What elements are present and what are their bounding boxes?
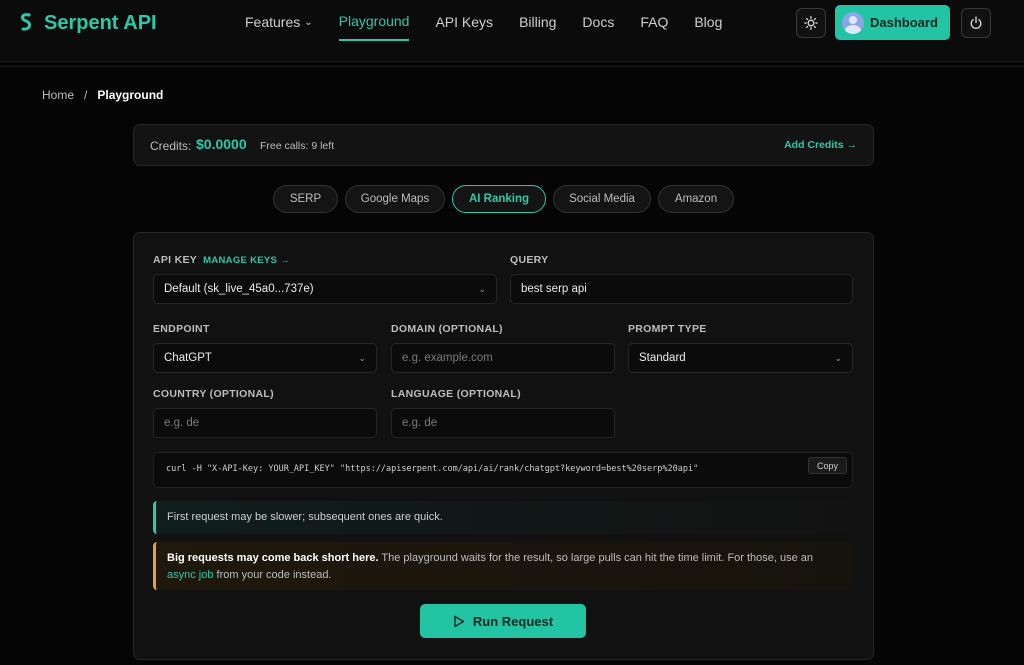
warning-notice: Big requests may come back short here. T… [153, 542, 853, 590]
theme-toggle-button[interactable] [796, 8, 826, 38]
info-notice: First request may be slower; subsequent … [153, 501, 853, 534]
credits-bar: Credits: $0.0000 Free calls: 9 left Add … [133, 124, 874, 166]
nav-blog[interactable]: Blog [694, 13, 722, 41]
warning-title: Big requests may come back short here. [167, 552, 379, 564]
nav-features-label: Features [245, 14, 301, 30]
prompt-type-select[interactable]: Standard ⌄ [628, 343, 853, 373]
warning-text: The playground waits for the result, so … [378, 552, 814, 564]
tab-google-maps[interactable]: Google Maps [345, 185, 445, 213]
copy-button[interactable]: Copy [808, 457, 847, 474]
async-job-link[interactable]: async job [167, 569, 213, 581]
tab-serp[interactable]: SERP [273, 185, 338, 213]
run-request-label: Run Request [472, 613, 554, 629]
query-input[interactable]: best serp api [510, 274, 853, 304]
nav-api-keys[interactable]: API Keys [435, 13, 493, 41]
query-label: QUERY [510, 254, 549, 266]
breadcrumb: Home / Playground [42, 88, 163, 102]
language-input[interactable]: e.g. de [391, 408, 615, 438]
country-input[interactable]: e.g. de [153, 408, 377, 438]
sun-icon [804, 16, 818, 30]
dashboard-label: Dashboard [870, 15, 938, 30]
api-key-select[interactable]: Default (sk_live_45a0...737e) ⌄ [153, 274, 497, 304]
domain-input[interactable]: e.g. example.com [391, 343, 615, 373]
prompt-type-label: PROMPT TYPE [628, 323, 707, 335]
breadcrumb-home[interactable]: Home [42, 88, 74, 102]
api-key-label: API KEY MANAGE KEYS → [153, 254, 290, 266]
divider-line [0, 66, 1024, 67]
language-label: LANGUAGE (OPTIONAL) [391, 388, 521, 400]
breadcrumb-current: Playground [97, 88, 164, 102]
chevron-down-icon: ⌄ [834, 353, 842, 363]
add-credits-link[interactable]: Add Credits → [784, 139, 857, 151]
nav-docs[interactable]: Docs [582, 13, 614, 41]
tab-amazon[interactable]: Amazon [658, 185, 734, 213]
endpoint-label: ENDPOINT [153, 323, 210, 335]
free-calls-text: Free calls: 9 left [260, 140, 335, 152]
manage-keys-link[interactable]: MANAGE KEYS → [203, 255, 290, 266]
run-request-button[interactable]: Run Request [420, 604, 586, 638]
power-icon [970, 16, 982, 29]
domain-label: DOMAIN (OPTIONAL) [391, 323, 503, 335]
brand-name: Serpent API [44, 11, 157, 34]
tab-ai-ranking[interactable]: AI Ranking [452, 185, 546, 213]
brand[interactable]: Serpent API [18, 10, 157, 36]
credits-value: $0.0000 [196, 136, 247, 152]
endpoint-select[interactable]: ChatGPT ⌄ [153, 343, 377, 373]
nav-billing[interactable]: Billing [519, 13, 556, 41]
main-nav: Features ⌄ Playground API Keys Billing Do… [245, 13, 748, 41]
serpent-logo-icon [20, 13, 32, 31]
logout-button[interactable] [961, 8, 991, 38]
nav-playground[interactable]: Playground [338, 13, 410, 41]
endpoint-value: ChatGPT [164, 352, 212, 364]
endpoint-tabs: SERP Google Maps AI Ranking Social Media… [0, 185, 1024, 213]
country-label: COUNTRY (OPTIONAL) [153, 388, 274, 400]
credits-label: Credits: [150, 139, 192, 153]
api-key-label-text: API KEY [153, 254, 198, 266]
prompt-type-value: Standard [639, 352, 686, 364]
breadcrumb-separator: / [84, 88, 88, 102]
nav-faq[interactable]: FAQ [640, 13, 668, 41]
nav-features[interactable]: Features ⌄ [245, 13, 313, 41]
avatar [842, 11, 864, 34]
play-icon [454, 615, 465, 627]
warning-tail: from your code instead. [213, 569, 332, 581]
api-key-value: Default (sk_live_45a0...737e) [164, 283, 314, 295]
chevron-down-icon: ⌄ [358, 353, 366, 363]
tab-social-media[interactable]: Social Media [553, 185, 651, 213]
chevron-down-icon: ⌄ [304, 16, 313, 28]
dashboard-button[interactable]: Dashboard [835, 5, 950, 40]
curl-snippet: curl -H "X-API-Key: YOUR_API_KEY" "https… [153, 452, 853, 488]
top-navbar: Serpent API Features ⌄ Playground API Key… [0, 0, 1024, 62]
chevron-down-icon: ⌄ [478, 284, 486, 294]
